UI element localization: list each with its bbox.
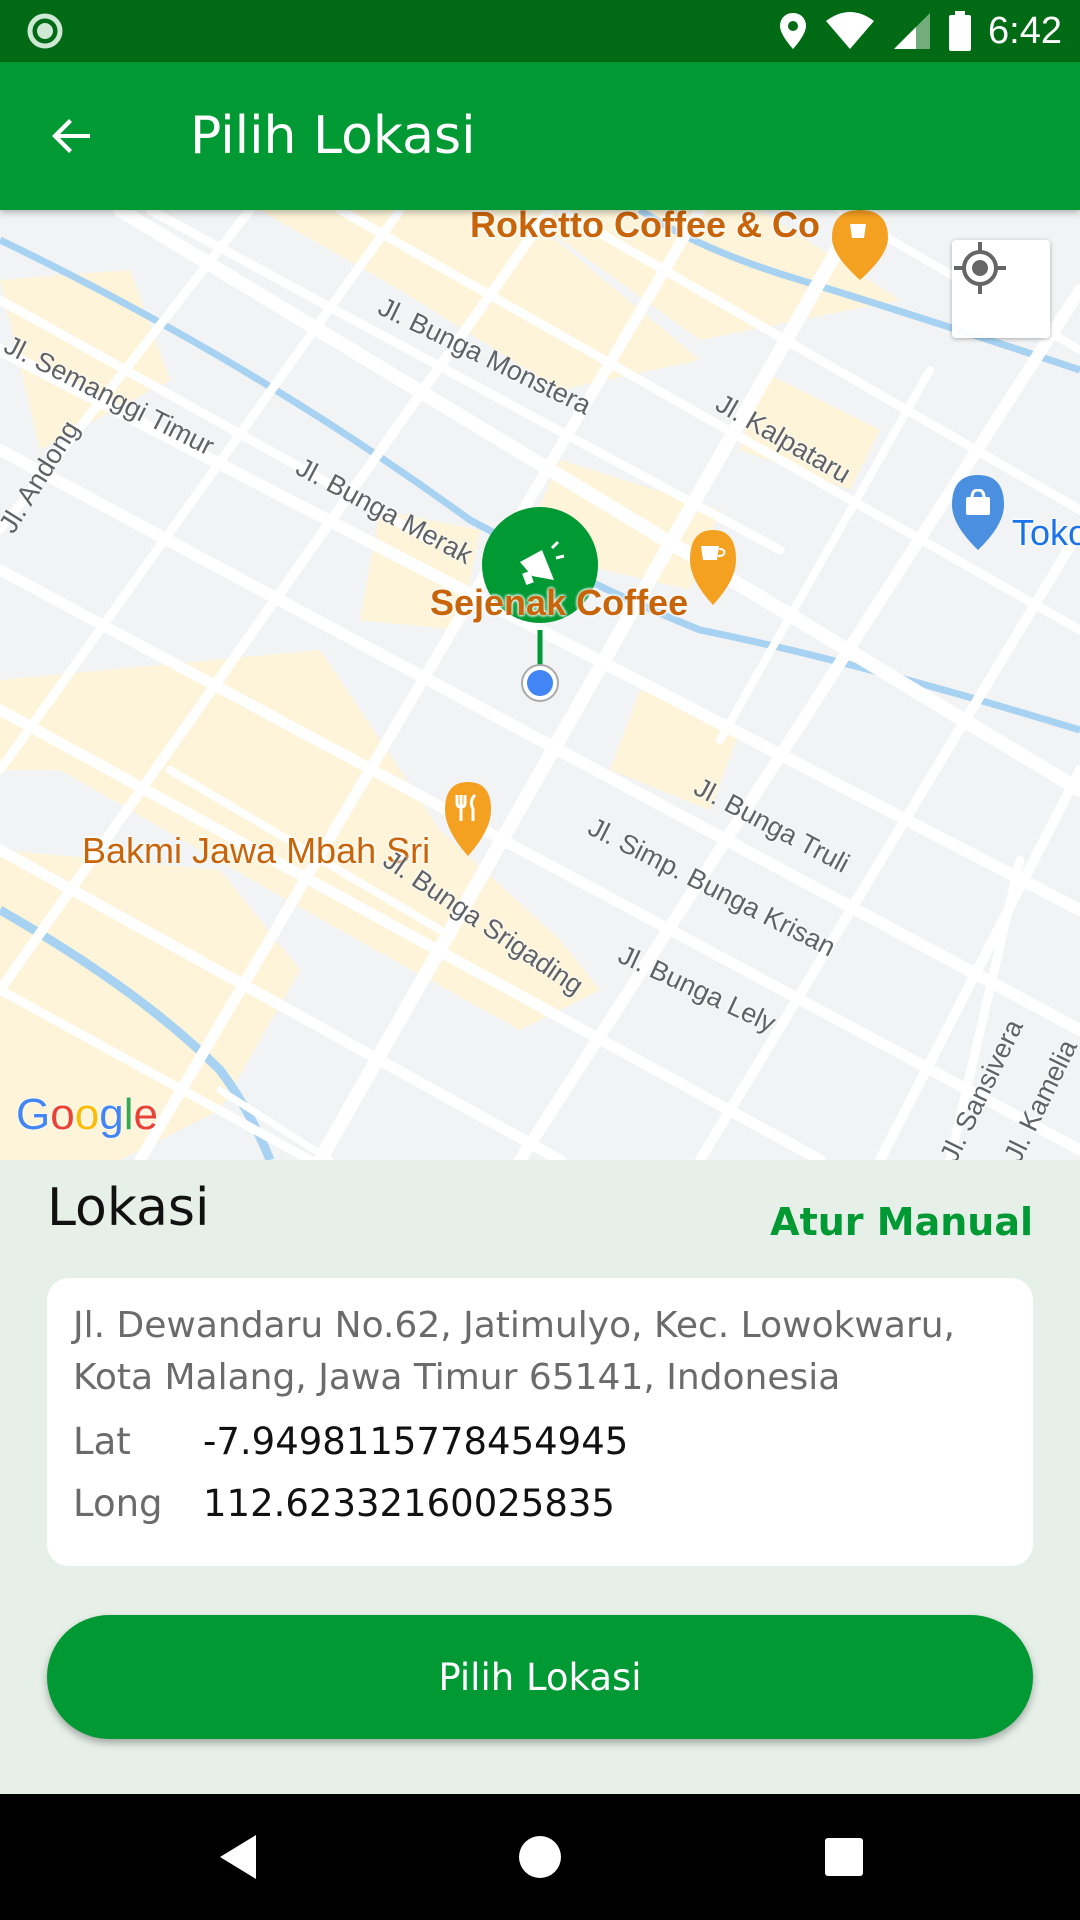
notification-icon: [27, 13, 63, 49]
lat-label: Lat: [73, 1420, 131, 1463]
nav-recents-button[interactable]: [764, 1794, 924, 1920]
my-location-button[interactable]: [952, 240, 1050, 338]
status-bar: 6:42: [0, 0, 1080, 62]
lat-value: -7.9498115778454945: [203, 1420, 629, 1463]
cafe-marker-icon: [850, 224, 866, 238]
location-sheet: Lokasi Atur Manual Jl. Dewandaru No.62, …: [0, 1160, 1080, 1794]
section-title: Lokasi: [47, 1178, 210, 1238]
poi-roketto-coffee[interactable]: Roketto Coffee & Co: [470, 210, 820, 246]
shopping-bag-icon: [966, 489, 990, 515]
poi-sejenak-coffee[interactable]: Sejenak Coffee: [430, 582, 688, 624]
nav-home-button[interactable]: [460, 1794, 620, 1920]
poi-toko[interactable]: Toko: [1012, 512, 1080, 554]
my-location-icon: [954, 242, 1006, 294]
nav-back-button[interactable]: [158, 1794, 318, 1920]
square-recents-icon: [825, 1838, 863, 1876]
system-nav-bar: [0, 1794, 1080, 1920]
map-view[interactable]: Roketto Coffee & Co Sejenak Coffee Bakmi…: [0, 210, 1080, 1160]
long-label: Long: [73, 1482, 163, 1525]
poi-bakmi-jawa[interactable]: Bakmi Jawa Mbah Sri: [82, 830, 430, 872]
restaurant-icon: [455, 793, 477, 821]
coffee-icon: [701, 546, 726, 560]
triangle-back-icon: [220, 1835, 256, 1879]
signal-icon: [894, 13, 931, 49]
map-background: [0, 210, 1080, 1160]
app-bar: Pilih Lokasi: [0, 62, 1080, 210]
arrow-back-icon: [52, 119, 90, 153]
address-text: Jl. Dewandaru No.62, Jatimulyo, Kec. Low…: [73, 1305, 955, 1398]
google-logo: Google: [16, 1090, 158, 1139]
location-icon: [780, 13, 807, 49]
circle-home-icon: [519, 1836, 561, 1878]
back-button[interactable]: [40, 104, 104, 168]
manual-set-link[interactable]: Atur Manual: [770, 1200, 1033, 1244]
battery-icon: [949, 11, 972, 51]
wifi-icon: [826, 12, 875, 49]
status-time: 6:42: [988, 9, 1062, 52]
choose-location-button[interactable]: Pilih Lokasi: [47, 1615, 1033, 1739]
location-card: Jl. Dewandaru No.62, Jatimulyo, Kec. Low…: [47, 1278, 1033, 1566]
page-title: Pilih Lokasi: [190, 106, 476, 166]
long-value: 112.62332160025835: [203, 1482, 615, 1525]
